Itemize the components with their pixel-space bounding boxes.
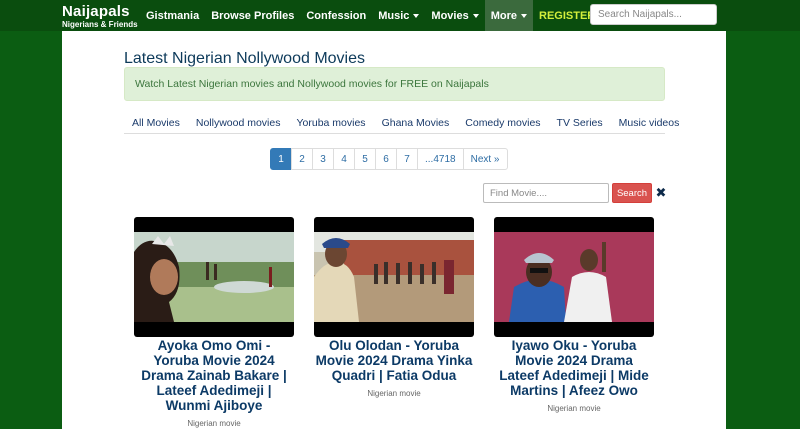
tab-music-videos[interactable]: Music videos xyxy=(611,113,688,133)
movie-poster-image xyxy=(134,232,294,322)
page-button-2[interactable]: 2 xyxy=(291,148,313,170)
movie-poster-image xyxy=(314,232,474,322)
nav-item-label: Music xyxy=(378,9,410,22)
page-button-7[interactable]: 7 xyxy=(396,148,418,170)
close-icon[interactable]: ✖ xyxy=(655,184,667,202)
nav-item-label: More xyxy=(490,9,517,22)
page-title: Latest Nigerian Nollywood Movies xyxy=(124,50,365,67)
movie-category: Nigerian movie xyxy=(367,389,421,398)
tab-nollywood-movies[interactable]: Nollywood movies xyxy=(188,113,289,133)
top-navbar: Naijapals Nigerians & Friends Gistmania … xyxy=(0,0,800,31)
movie-card: Olu Olodan - Yoruba Movie 2024 Drama Yin… xyxy=(314,217,474,398)
nav-item-confession[interactable]: Confession xyxy=(300,0,372,31)
alert-text: Watch Latest Nigerian movies and Nollywo… xyxy=(135,78,489,90)
nav-item-music[interactable]: Music xyxy=(372,0,425,31)
caret-down-icon xyxy=(413,13,420,18)
tab-yoruba-movies[interactable]: Yoruba movies xyxy=(288,113,373,133)
brand-logo[interactable]: Naijapals Nigerians & Friends xyxy=(62,0,140,31)
category-tabs: All Movies Nollywood movies Yoruba movie… xyxy=(124,113,679,134)
nav-item-label: Gistmania xyxy=(146,9,200,22)
page-button-4[interactable]: 4 xyxy=(333,148,355,170)
brand-tagline: Nigerians & Friends xyxy=(62,20,138,29)
page-button-6[interactable]: 6 xyxy=(375,148,397,170)
page-button-last[interactable]: ...4718 xyxy=(417,148,464,170)
movie-title-link[interactable]: Iyawo Oku - Yoruba Movie 2024 Drama Late… xyxy=(494,338,654,398)
movie-title-link[interactable]: Olu Olodan - Yoruba Movie 2024 Drama Yin… xyxy=(314,338,474,383)
tab-tv-series[interactable]: TV Series xyxy=(549,113,611,133)
site-search-input[interactable] xyxy=(590,4,717,25)
nav-item-gistmania[interactable]: Gistmania xyxy=(140,0,205,31)
nav-item-label: REGISTER xyxy=(539,9,596,22)
caret-down-icon xyxy=(521,13,527,18)
nav-item-movies[interactable]: Movies xyxy=(425,0,484,31)
nav-item-more[interactable]: More xyxy=(484,0,533,31)
find-movie-input[interactable] xyxy=(483,183,609,203)
movie-thumbnail[interactable] xyxy=(494,217,654,337)
movie-search-button[interactable]: Search xyxy=(612,183,652,203)
page-button-5[interactable]: 5 xyxy=(354,148,376,170)
nav-item-label: Confession xyxy=(306,9,367,22)
page-button-1[interactable]: 1 xyxy=(270,148,292,170)
page-button-3[interactable]: 3 xyxy=(312,148,334,170)
nav-item-label: Browse Profiles xyxy=(211,9,295,22)
movie-category: Nigerian movie xyxy=(187,419,241,428)
info-alert: Watch Latest Nigerian movies and Nollywo… xyxy=(124,67,665,101)
caret-down-icon xyxy=(472,13,479,18)
nav-item-browse-profiles[interactable]: Browse Profiles xyxy=(205,0,300,31)
movie-card: Iyawo Oku - Yoruba Movie 2024 Drama Late… xyxy=(494,217,654,413)
tab-all-movies[interactable]: All Movies xyxy=(124,113,188,133)
tab-ghana-movies[interactable]: Ghana Movies xyxy=(374,113,458,133)
next-page-button[interactable]: Next » xyxy=(462,148,508,170)
pagination: 1 2 3 4 5 6 7 ...4718 Next » xyxy=(270,148,508,170)
movie-title-link[interactable]: Ayoka Omo Omi - Yoruba Movie 2024 Drama … xyxy=(134,338,294,413)
movie-category: Nigerian movie xyxy=(547,404,601,413)
main-panel: Latest Nigerian Nollywood Movies Watch L… xyxy=(62,31,726,429)
movie-thumbnail[interactable] xyxy=(134,217,294,337)
movie-poster-image xyxy=(494,232,654,322)
movie-thumbnail[interactable] xyxy=(314,217,474,337)
brand-name: Naijapals xyxy=(62,3,130,20)
movie-card: Ayoka Omo Omi - Yoruba Movie 2024 Drama … xyxy=(134,217,294,428)
nav-item-label: Movies xyxy=(431,9,469,22)
tab-comedy-movies[interactable]: Comedy movies xyxy=(457,113,548,133)
